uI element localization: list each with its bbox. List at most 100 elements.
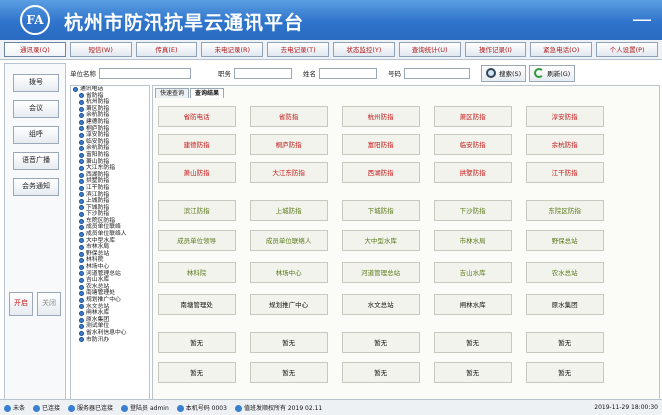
contact-cell[interactable]: 野保总站 [525, 230, 604, 251]
tree-item[interactable]: 萧区防指 [71, 106, 149, 113]
contact-tree[interactable]: 通讯电话 省防指 杭州防指 萧区防指 余杭防指 建德防指 桐庐防指 淳安防指 临安防指 余杭防指富… [70, 85, 150, 400]
contact-cell[interactable]: 大中型水库 [341, 230, 420, 251]
tree-item[interactable]: 西湖防指 [71, 172, 149, 179]
tree-item[interactable]: 下城防指 [71, 205, 149, 212]
tree-item[interactable]: 吉山水库 [71, 277, 149, 284]
dial-button[interactable]: 拨号 [13, 74, 59, 92]
contact-cell[interactable]: 富阳防指 [341, 134, 420, 155]
toolbar-button[interactable]: 查询统计(U) [398, 42, 461, 57]
group-call-button[interactable]: 组呼 [13, 126, 59, 144]
tree-item[interactable]: 滨江防指 [71, 192, 149, 199]
contact-cell[interactable]: 水文总站 [341, 294, 420, 315]
tree-item[interactable]: 省水利信息中心 [71, 330, 149, 337]
tree-item[interactable]: 建德防指 [71, 119, 149, 126]
contact-cell[interactable]: 大江东防指 [249, 162, 328, 183]
tree-item[interactable]: 原水集团 [71, 317, 149, 324]
contact-cell[interactable]: 暂无 [157, 362, 236, 383]
contact-cell[interactable]: 东院区防指 [525, 200, 604, 221]
tree-item[interactable]: 拱墅防指 [71, 178, 149, 185]
tree-item[interactable]: 临安防指 [71, 139, 149, 146]
contact-cell[interactable]: 暂无 [341, 362, 420, 383]
tree-item[interactable]: 下沙防指 [71, 211, 149, 218]
number-input[interactable] [404, 67, 470, 79]
contact-cell[interactable]: 省防电话 [157, 106, 236, 127]
tree-item[interactable]: 市防汛办 [71, 337, 149, 344]
position-input[interactable] [234, 67, 292, 79]
contact-cell[interactable]: 建德防指 [157, 134, 236, 155]
toolbar-button[interactable]: 传真(E) [135, 42, 198, 57]
contact-cell[interactable]: 成员单位领导 [157, 230, 236, 251]
contact-cell[interactable]: 吉山水库 [433, 262, 512, 283]
contact-cell[interactable]: 成员单位联络人 [249, 230, 328, 251]
tree-item[interactable]: 杭州防指 [71, 99, 149, 106]
contact-cell[interactable]: 杭州防指 [341, 106, 420, 127]
tree-item[interactable]: 南塘管理处 [71, 290, 149, 297]
conference-button[interactable]: 会议 [13, 100, 59, 118]
contact-cell[interactable]: 暂无 [157, 332, 236, 353]
broadcast-button[interactable]: 语音广播 [13, 152, 59, 170]
toolbar-button[interactable]: 状态监控(Y) [332, 42, 395, 57]
contact-cell[interactable]: 暂无 [525, 362, 604, 383]
tree-item[interactable]: 野保总站 [71, 251, 149, 258]
tree-item[interactable]: 大中型水库 [71, 238, 149, 245]
search-button[interactable]: 搜索(S) [481, 64, 527, 82]
tree-item[interactable]: 林科院 [71, 257, 149, 264]
tree-item[interactable]: 桐庐防指 [71, 126, 149, 133]
toolbar-button[interactable]: 通讯录(Q) [4, 42, 66, 57]
contact-cell[interactable]: 下沙防指 [433, 200, 512, 221]
tree-item[interactable]: 余杭防指 [71, 112, 149, 119]
contact-cell[interactable]: 萧山防指 [157, 162, 236, 183]
contact-cell[interactable]: 原水集团 [525, 294, 604, 315]
toolbar-button[interactable]: 去电记录(T) [267, 42, 329, 57]
meeting-notice-button[interactable]: 会务通知 [13, 178, 59, 196]
start-button[interactable]: 开启 [9, 292, 33, 316]
tree-item[interactable]: 成员单位联络人 [71, 231, 149, 238]
tree-item[interactable]: 规划推广中心 [71, 297, 149, 304]
contact-cell[interactable]: 南塘管理处 [157, 294, 236, 315]
contact-cell[interactable]: 上城防指 [249, 200, 328, 221]
toolbar-button[interactable]: 未电记录(R) [201, 42, 264, 57]
contact-cell[interactable]: 暂无 [249, 332, 328, 353]
contact-cell[interactable]: 淳安防指 [525, 106, 604, 127]
contact-cell[interactable]: 暂无 [433, 332, 512, 353]
tree-item[interactable]: 市林水局 [71, 244, 149, 251]
contact-cell[interactable]: 萧区防指 [433, 106, 512, 127]
contact-cell[interactable]: 桐庐防指 [249, 134, 328, 155]
name-input[interactable] [319, 67, 377, 79]
contact-cell[interactable]: 江干防指 [525, 162, 604, 183]
tree-item[interactable]: 林场中心 [71, 264, 149, 271]
tree-item[interactable]: 余杭防指 [71, 145, 149, 152]
contact-cell[interactable]: 市林水局 [433, 230, 512, 251]
tree-root[interactable]: 通讯电话 [71, 86, 149, 93]
tree-item[interactable]: 淳安防指 [71, 132, 149, 139]
tree-item[interactable]: 闸林水库 [71, 310, 149, 317]
contact-cell[interactable]: 下城防指 [341, 200, 420, 221]
contact-cell[interactable]: 滨江防指 [157, 200, 236, 221]
contact-cell[interactable]: 暂无 [525, 332, 604, 353]
minimize-button[interactable]: — [628, 9, 656, 29]
contact-cell[interactable]: 余杭防指 [525, 134, 604, 155]
contact-cell[interactable]: 西湖防指 [341, 162, 420, 183]
tree-item[interactable]: 水文总站 [71, 304, 149, 311]
tree-item[interactable]: 省防指 [71, 93, 149, 100]
tree-item[interactable]: 河道管理总站 [71, 271, 149, 278]
contact-cell[interactable]: 林场中心 [249, 262, 328, 283]
contact-cell[interactable]: 闸林水库 [433, 294, 512, 315]
toolbar-button[interactable]: 操作记录(I) [464, 42, 527, 57]
toolbar-button[interactable]: 紧急电话(O) [530, 42, 593, 57]
tree-item[interactable]: 测试单位 [71, 323, 149, 330]
contact-cell[interactable]: 暂无 [341, 332, 420, 353]
contact-cell[interactable]: 拱墅防指 [433, 162, 512, 183]
tree-item[interactable]: 富阳防指 [71, 152, 149, 159]
contact-cell[interactable]: 暂无 [249, 362, 328, 383]
contact-cell[interactable]: 河道管理总站 [341, 262, 420, 283]
contact-cell[interactable]: 临安防指 [433, 134, 512, 155]
contact-cell[interactable]: 暂无 [433, 362, 512, 383]
toolbar-button[interactable]: 个人设置(P) [596, 42, 658, 57]
contact-cell[interactable]: 林科院 [157, 262, 236, 283]
stop-button[interactable]: 关闭 [37, 292, 61, 316]
contact-cell[interactable]: 规划推广中心 [249, 294, 328, 315]
toolbar-button[interactable]: 短信(W) [69, 42, 132, 57]
contact-cell[interactable]: 省防指 [249, 106, 328, 127]
tree-item[interactable]: 上城防指 [71, 198, 149, 205]
